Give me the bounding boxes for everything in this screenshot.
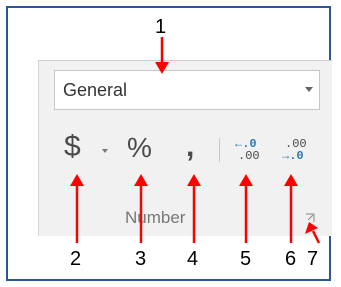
- callout-number-5: 5: [240, 248, 252, 270]
- callout-arrowhead-6: [284, 174, 298, 186]
- callout-number-1: 1: [155, 16, 167, 38]
- callout-arrow-7: [311, 230, 321, 244]
- callout-number-2: 2: [70, 248, 82, 270]
- callout-arrowhead-5: [239, 174, 253, 186]
- callout-arrows: [70, 37, 321, 244]
- callout-arrowhead-2: [70, 174, 84, 186]
- callout-arrowhead-4: [187, 174, 201, 186]
- callout-arrowhead-3: [134, 174, 148, 186]
- callout-number-4: 4: [187, 248, 199, 270]
- callout-arrowhead-7: [305, 222, 318, 234]
- callout-number-6: 6: [285, 248, 297, 270]
- callout-number-7: 7: [307, 248, 319, 270]
- callout-arrowhead-1: [155, 62, 169, 74]
- callout-number-3: 3: [135, 248, 147, 270]
